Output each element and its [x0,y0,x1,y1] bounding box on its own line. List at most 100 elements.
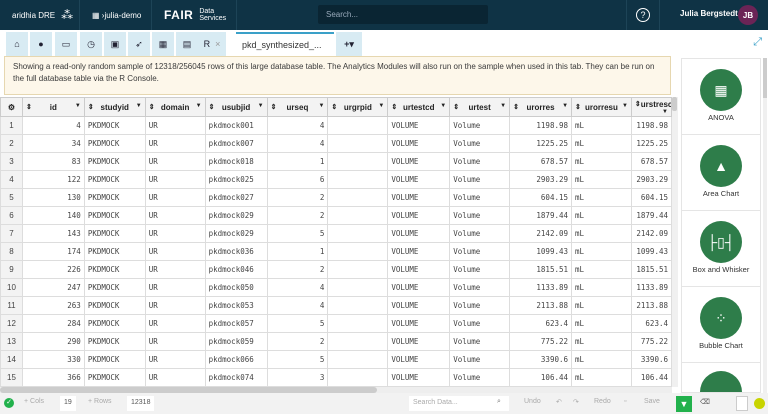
table-cell[interactable]: 2113.88 [509,296,573,315]
add-cols-button[interactable]: + Cols [24,398,44,405]
table-cell[interactable]: 623.4 [630,314,672,333]
table-cell[interactable]: pkdmock074 [204,368,268,387]
chevron-down-icon[interactable]: ▼ [440,103,448,109]
table-cell[interactable]: 1225.25 [509,134,573,153]
table-cell[interactable]: pkdmock066 [204,350,268,369]
tab-clock[interactable]: ◷ [80,32,102,56]
sort-icon[interactable]: ⇕ [23,103,32,111]
redo-button[interactable]: Redo [594,398,611,405]
table-cell[interactable] [327,350,389,369]
table-cell[interactable]: PKDMOCK [83,278,146,297]
table-cell[interactable]: 1815.51 [509,260,573,279]
table-cell[interactable]: 1198.98 [509,116,573,135]
chevron-down-icon[interactable]: ▼ [500,103,508,109]
eraser-icon[interactable]: ⌫ [700,398,710,406]
table-cell[interactable]: pkdmock025 [204,170,268,189]
table-cell[interactable]: 106.44 [509,368,573,387]
table-cell[interactable]: 4 [266,296,329,315]
table-cell[interactable]: PKDMOCK [83,188,146,207]
search-data-input[interactable]: Search Data... [409,396,509,411]
table-cell[interactable]: Volume [449,206,511,225]
table-cell[interactable]: 3390.6 [509,350,573,369]
table-cell[interactable]: VOLUME [387,134,451,153]
table-cell[interactable]: VOLUME [387,242,451,261]
table-cell[interactable]: 678.57 [509,152,573,171]
table-cell[interactable]: mL [571,206,632,225]
vertical-scrollbar[interactable] [672,97,678,387]
table-cell[interactable]: VOLUME [387,260,451,279]
table-cell[interactable] [327,260,389,279]
sort-icon[interactable]: ⇕ [389,103,397,111]
table-cell[interactable] [327,278,389,297]
table-cell[interactable]: PKDMOCK [83,296,146,315]
table-cell[interactable]: VOLUME [387,224,451,243]
table-cell[interactable]: 775.22 [509,332,573,351]
table-cell[interactable]: VOLUME [387,206,451,225]
table-cell[interactable] [327,206,389,225]
user-name[interactable]: Julia Bergstedt [680,9,738,18]
table-cell[interactable]: UR [144,296,206,315]
module-area-chart[interactable]: ▲ Area Chart [682,135,760,211]
settings-icon[interactable]: ⚙ [0,97,23,117]
table-cell[interactable]: pkdmock027 [204,188,268,207]
table-cell[interactable]: pkdmock029 [204,224,268,243]
table-cell[interactable]: PKDMOCK [83,170,146,189]
table-cell[interactable]: 5 [266,224,329,243]
table-cell[interactable]: UR [144,134,206,153]
table-cell[interactable]: 678.57 [630,152,672,171]
table-cell[interactable]: mL [571,242,632,261]
table-cell[interactable] [327,170,389,189]
table-cell[interactable] [327,134,389,153]
table-row[interactable]: 10 247 PKDMOCK UR pkdmock050 4 VOLUME Volume 113… [0,278,672,297]
expand-icon[interactable]: ⤢ [753,36,762,49]
redo-icon[interactable]: ↷ [573,398,579,406]
table-cell[interactable]: 1198.98 [630,116,672,135]
module-anova[interactable]: ▦ ANOVA [682,59,760,135]
column-header-studyid[interactable]: ⇕ studyid ▼ [83,97,146,117]
module-bubble-chart[interactable]: ⁘ Bubble Chart [682,287,760,363]
tab-pkd-synthesized[interactable]: pkd_synthesized_...× [236,32,341,56]
table-cell[interactable]: PKDMOCK [83,260,146,279]
table-cell[interactable]: 2903.29 [630,170,672,189]
table-cell[interactable]: 174 [21,242,85,261]
table-row[interactable]: 1 4 PKDMOCK UR pkdmock001 4 VOLUME Volume 1198.9… [0,116,672,135]
add-tab-button[interactable]: +▾ [336,32,362,56]
table-cell[interactable]: PKDMOCK [83,116,146,135]
column-header-urtest[interactable]: ⇕ urtest ▼ [449,97,511,117]
table-cell[interactable]: VOLUME [387,296,451,315]
column-header-domain[interactable]: ⇕ domain ▼ [144,97,206,117]
table-cell[interactable]: 2142.09 [630,224,672,243]
breadcrumb[interactable]: ▦ › julia-demo [80,0,152,30]
table-cell[interactable]: pkdmock059 [204,332,268,351]
save-button[interactable]: Save [644,398,660,405]
table-cell[interactable]: VOLUME [387,332,451,351]
help-icon[interactable]: ? [626,0,660,30]
table-row[interactable]: 4 122 PKDMOCK UR pkdmock025 6 VOLUME Volume 2903… [0,170,672,189]
table-cell[interactable]: VOLUME [387,314,451,333]
sort-icon[interactable]: ⇕ [632,100,641,108]
table-cell[interactable]: UR [144,332,206,351]
table-cell[interactable] [327,314,389,333]
module-box-and-whisker[interactable]: ├▯┤ Box and Whisker [682,211,760,287]
table-cell[interactable]: 263 [21,296,85,315]
table-cell[interactable]: PKDMOCK [83,206,146,225]
table-cell[interactable] [327,152,389,171]
table-cell[interactable]: 106.44 [630,368,672,387]
column-header-urorresu[interactable]: ⇕ urorresu ▼ [571,97,632,117]
global-search-input[interactable]: Search... [318,5,488,24]
table-cell[interactable]: UR [144,170,206,189]
table-cell[interactable]: 4 [266,278,329,297]
chevron-down-icon[interactable]: ▼ [318,103,326,109]
table-cell[interactable]: PKDMOCK [83,332,146,351]
table-cell[interactable]: 83 [21,152,85,171]
table-cell[interactable]: 4 [21,116,85,135]
table-cell[interactable]: 130 [21,188,85,207]
table-cell[interactable]: mL [571,170,632,189]
tab-r[interactable]: R × [198,32,226,56]
table-cell[interactable]: PKDMOCK [83,152,146,171]
table-cell[interactable] [327,188,389,207]
table-row[interactable]: 13 290 PKDMOCK UR pkdmock059 2 VOLUME Volume 775… [0,332,672,351]
table-row[interactable]: 12 284 PKDMOCK UR pkdmock057 5 VOLUME Volume 623… [0,314,672,333]
table-cell[interactable]: 330 [21,350,85,369]
table-cell[interactable]: 247 [21,278,85,297]
